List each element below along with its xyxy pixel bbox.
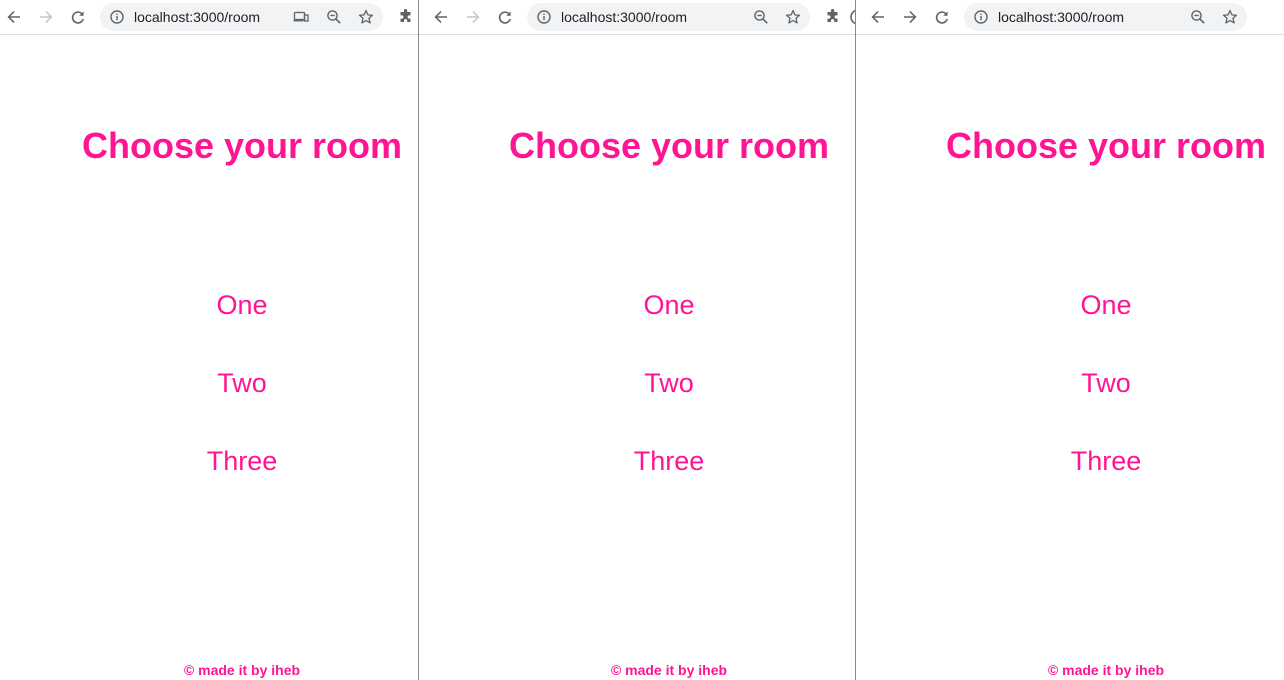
room-link-label: One xyxy=(1080,290,1132,320)
zoom-icon[interactable] xyxy=(1190,9,1206,25)
zoom-icon[interactable] xyxy=(753,9,769,25)
reload-button[interactable] xyxy=(494,6,516,28)
address-bar[interactable]: localhost:3000/room xyxy=(100,3,383,31)
room-link-label: Two xyxy=(217,368,267,398)
address-bar[interactable]: localhost:3000/room xyxy=(964,3,1247,31)
reload-button[interactable] xyxy=(931,6,953,28)
puzzle-icon[interactable] xyxy=(825,9,841,25)
room-link-label: Two xyxy=(1081,368,1131,398)
room-page: Choose your room One Two Three © made it… xyxy=(419,36,855,680)
info-icon xyxy=(537,10,551,24)
room-link-label: Three xyxy=(1070,446,1142,476)
star-icon[interactable] xyxy=(785,9,801,25)
footer-credit: © made it by iheb xyxy=(610,662,728,678)
zoom-icon[interactable] xyxy=(326,9,342,25)
arrow-left-icon xyxy=(7,11,20,23)
back-button[interactable] xyxy=(867,6,889,28)
forward-button[interactable] xyxy=(35,6,57,28)
arrow-left-icon xyxy=(434,11,447,23)
page-title: Choose your room xyxy=(509,125,830,166)
room-page: Choose your room One Two Three © made it… xyxy=(856,36,1284,680)
page-title: Choose your room xyxy=(946,125,1267,166)
info-icon xyxy=(974,10,988,24)
url-text: localhost:3000/room xyxy=(134,9,261,25)
back-button[interactable] xyxy=(3,6,25,28)
forward-button[interactable] xyxy=(462,6,484,28)
room-link-label: Two xyxy=(644,368,694,398)
footer-credit: © made it by iheb xyxy=(183,662,301,678)
three-browser-windows: localhost:3000/room Choose your room One… xyxy=(0,0,1284,680)
footer-credit: © made it by iheb xyxy=(1047,662,1165,678)
browser-toolbar: localhost:3000/room xyxy=(419,0,855,35)
room-page: Choose your room One Two Three © made it… xyxy=(0,36,418,680)
url-text: localhost:3000/room xyxy=(998,9,1125,25)
arrow-right-icon xyxy=(40,11,53,23)
forward-button[interactable] xyxy=(899,6,921,28)
info-icon xyxy=(110,10,124,24)
back-button[interactable] xyxy=(430,6,452,28)
star-icon[interactable] xyxy=(1222,9,1238,25)
arrow-right-icon xyxy=(904,11,917,23)
browser-toolbar: localhost:3000/room xyxy=(856,0,1284,35)
browser-window-2: localhost:3000/room Choose your room One… xyxy=(419,0,855,680)
reload-icon xyxy=(71,11,84,24)
reload-icon xyxy=(498,11,511,24)
star-icon[interactable] xyxy=(358,9,374,25)
page-title: Choose your room xyxy=(82,125,403,166)
browser-window-3: localhost:3000/room Choose your room One… xyxy=(856,0,1284,680)
cast-icon[interactable] xyxy=(293,9,309,25)
puzzle-icon[interactable] xyxy=(398,9,414,25)
address-bar[interactable]: localhost:3000/room xyxy=(527,3,810,31)
browser-window-1: localhost:3000/room Choose your room One… xyxy=(0,0,418,680)
browser-toolbar: localhost:3000/room xyxy=(0,0,418,35)
reload-button[interactable] xyxy=(67,6,89,28)
arrow-left-icon xyxy=(871,11,884,23)
room-link-label: One xyxy=(216,290,268,320)
room-link-label: Three xyxy=(633,446,705,476)
room-link-label: One xyxy=(643,290,695,320)
reload-icon xyxy=(935,11,948,24)
arrow-right-icon xyxy=(467,11,480,23)
url-text: localhost:3000/room xyxy=(561,9,688,25)
room-link-label: Three xyxy=(206,446,278,476)
